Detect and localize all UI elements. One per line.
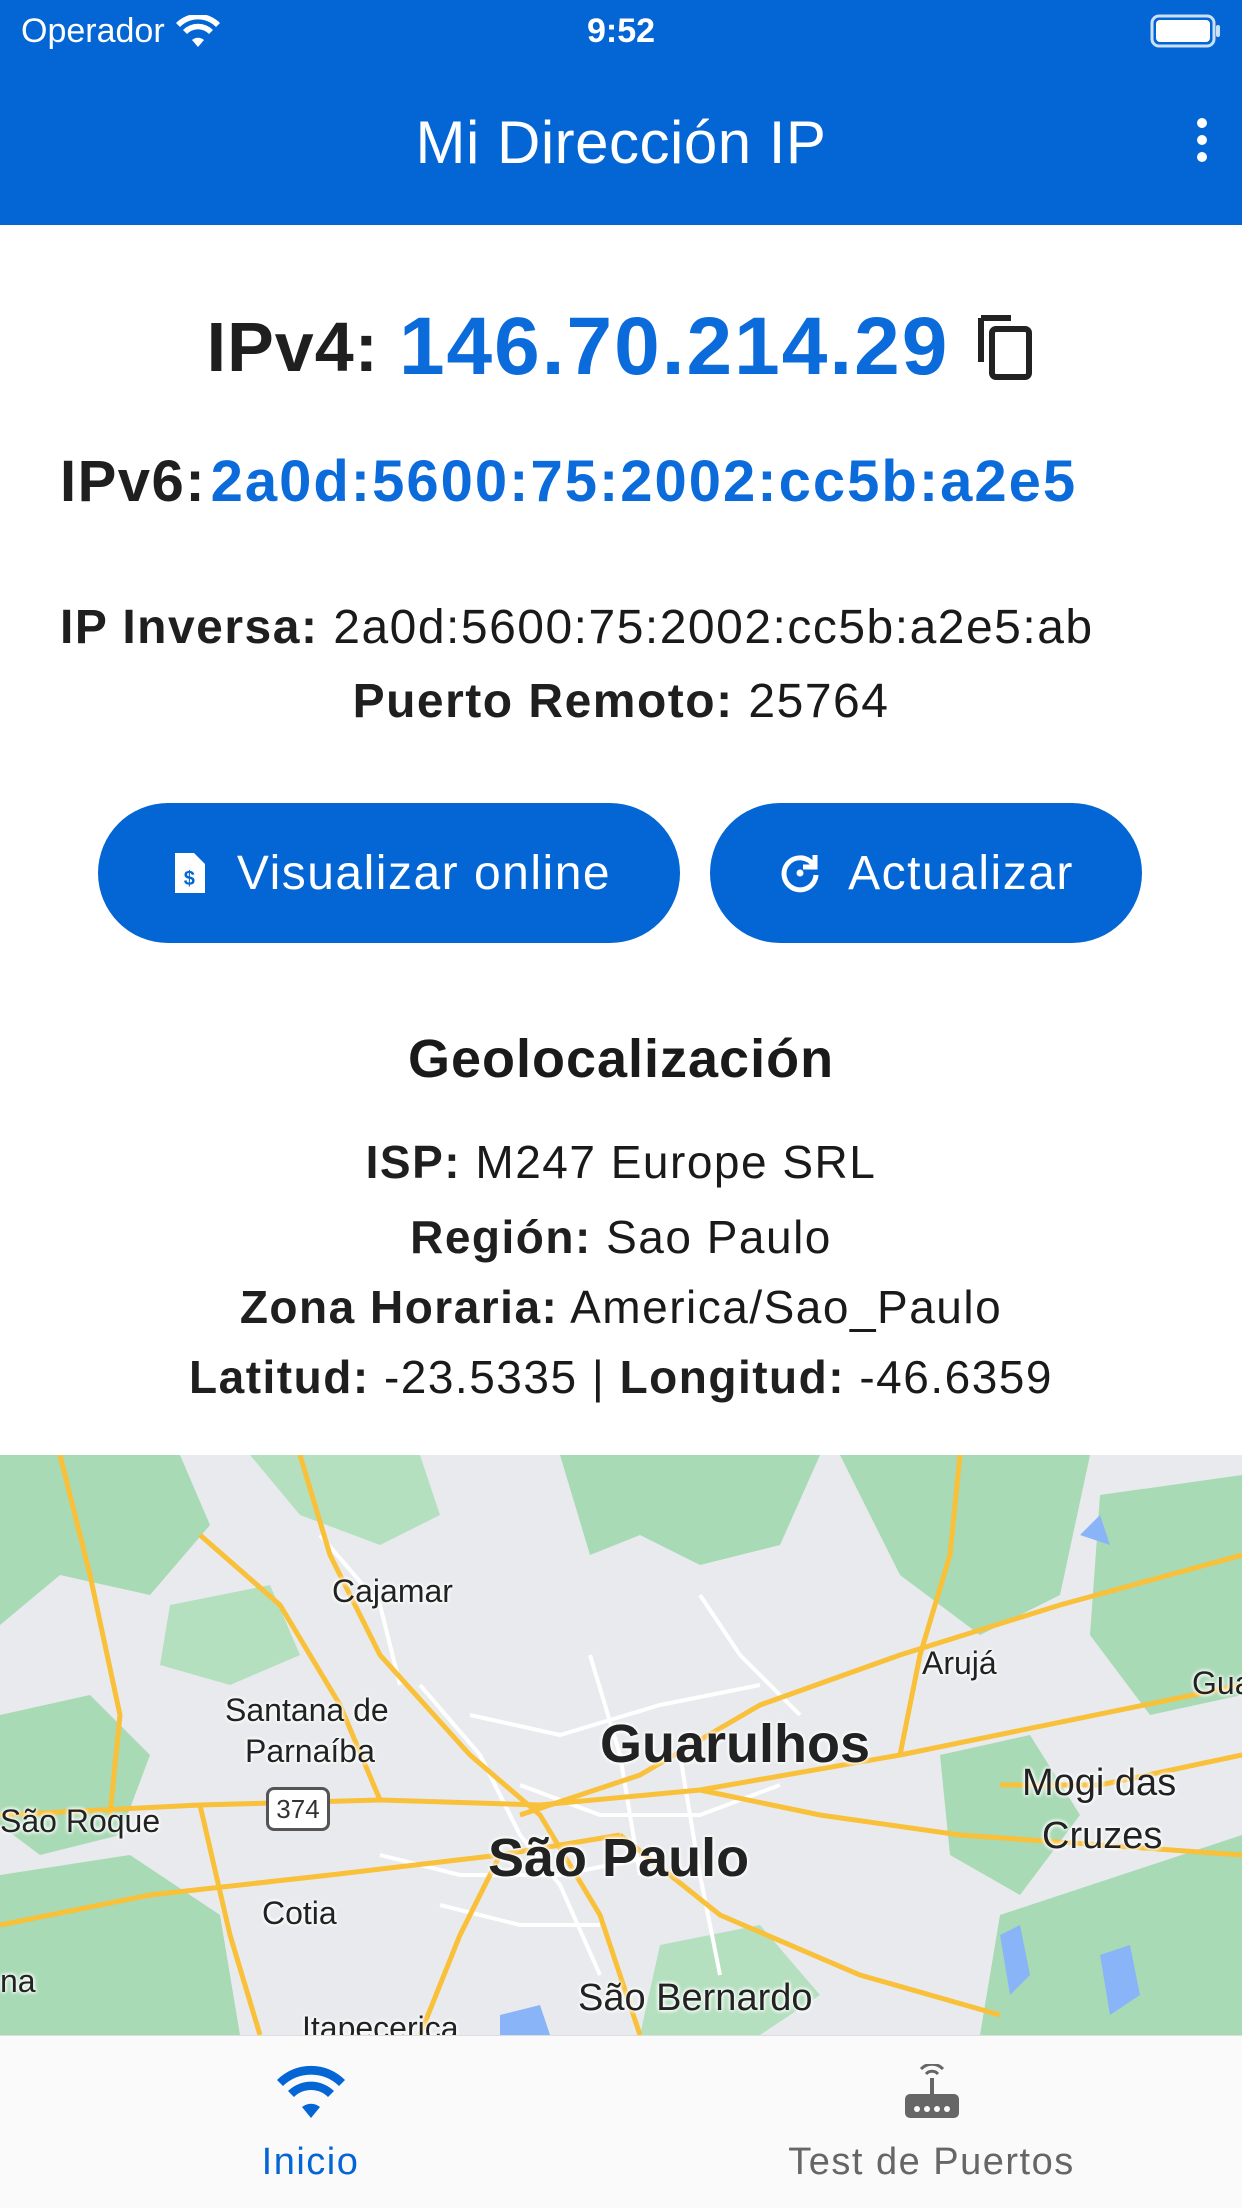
status-bar: Operador 9:52 [0,0,1242,62]
map-label-aruja: Arujá [922,1645,997,1681]
ipv6-label: IPv6: [60,449,207,514]
ipv4-label: IPv4: [206,308,379,386]
map-label-santana-line2: Parnaíba [245,1733,375,1769]
tab-port-test[interactable]: Test de Puertos [621,2036,1242,2208]
reverse-ip-label: IP Inversa: [60,601,319,654]
longitude-label: Longitud: [619,1351,846,1403]
status-time: 9:52 [586,12,656,50]
view-online-button[interactable]: $ Visualizar online [98,803,680,943]
ipv6-value: 2a0d:5600:75:2002:cc5b:a2e5 [210,449,1078,514]
geolocation-title: Geolocalización [407,1029,835,1089]
document-icon: $ [174,853,205,893]
timezone-row: Zona Horaria: America/Sao_Paulo [0,1280,1242,1334]
route-shield: 374 [266,1787,330,1831]
region-row: Región: Sao Paulo [0,1210,1242,1264]
tab-port-test-label: Test de Puertos [788,2141,1075,2183]
refresh-icon [781,855,819,893]
latitude-label: Latitud: [189,1351,370,1403]
longitude-value: -46.6359 [859,1351,1053,1403]
region-value: Sao Paulo [606,1211,832,1263]
svg-text:$: $ [184,868,197,890]
isp-value: M247 Europe SRL [475,1136,877,1188]
tab-home[interactable]: Inicio [0,2036,621,2208]
ipv4-value: 146.70.214.29 [398,301,950,392]
tab-home-label: Inicio [261,2141,360,2183]
remote-port-label: Puerto Remoto: [352,675,734,728]
map-label-itapecerica: Itapecerica [302,2010,459,2035]
remote-port-row: Puerto Remoto: 25764 [0,674,1242,729]
coordinates-separator: | [591,1351,606,1403]
map-label-sao-bernardo: São Bernardo [578,1977,813,2019]
screen: Operador 9:52 Mi Dirección IP IPv4: 146.… [0,0,1242,2208]
reverse-ip-row: IP Inversa: 2a0d:5600:75:2002:cc5b:a2e5:… [60,600,1182,655]
map-label-sao-roque: São Roque [0,1803,161,1839]
map-label-santana-line1: Santana de [225,1692,389,1728]
refresh-button[interactable]: Actualizar [710,803,1142,943]
map-label-cotia: Cotia [262,1895,337,1931]
map-label-sao-paulo: São Paulo [488,1828,750,1888]
map-label-mogi-line2: Cruzes [1042,1815,1163,1857]
router-icon [904,2064,959,2118]
bottom-navigation: Inicio Test de Puertos [0,2035,1242,2208]
ipv4-row: IPv4: 146.70.214.29 [0,300,1242,394]
remote-port-value: 25764 [748,675,890,728]
coordinates-row: Latitud: -23.5335 | Longitud: -46.6359 [0,1350,1242,1404]
map-label-guarulhos: Guarulhos [600,1714,871,1774]
map-view[interactable]: Cajamar Arujá Gua Santana de Parnaíba Gu… [0,1455,1242,2035]
timezone-label: Zona Horaria: [239,1281,559,1333]
map-label-cajamar: Cajamar [332,1573,453,1609]
copy-icon[interactable] [975,312,1035,382]
region-label: Región: [410,1211,592,1263]
wifi-icon [276,2065,345,2118]
view-online-label: Visualizar online [236,846,612,900]
reverse-ip-value: 2a0d:5600:75:2002:cc5b:a2e5:ab [333,601,1094,654]
isp-row: ISP: M247 Europe SRL [0,1135,1242,1189]
more-vert-icon[interactable] [1184,110,1220,170]
page-title: Mi Dirección IP [415,109,827,176]
isp-label: ISP: [365,1136,462,1188]
refresh-label: Actualizar [848,846,1074,900]
latitude-value: -23.5335 [383,1351,578,1403]
timezone-value: America/Sao_Paulo [570,1281,1003,1333]
app-header: Operador 9:52 Mi Dirección IP [0,0,1242,225]
ipv6-row: IPv6: 2a0d:5600:75:2002:cc5b:a2e5 [60,448,1182,515]
map-label-na: na [0,1963,36,1999]
map-label-gua: Gua [1192,1665,1242,1701]
battery-icon [1150,14,1220,48]
map-label-mogi-line1: Mogi das [1022,1762,1177,1804]
